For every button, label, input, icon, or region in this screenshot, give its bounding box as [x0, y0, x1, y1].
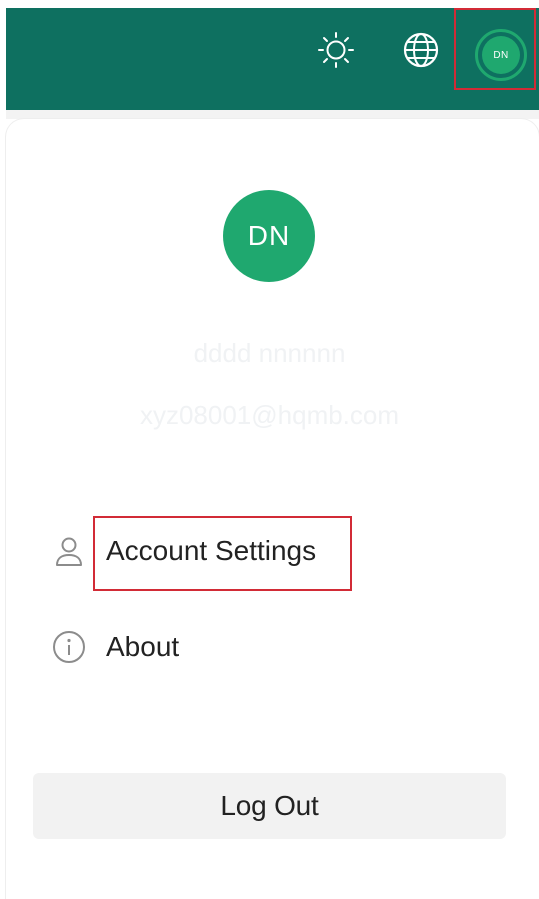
- profile-avatar: DN: [223, 190, 315, 282]
- panel-top-strip: [6, 110, 539, 119]
- about-label: About: [106, 631, 180, 662]
- account-settings-highlight: [93, 516, 352, 591]
- person-icon: [52, 534, 86, 568]
- avatar-menu-highlight: DN: [454, 8, 536, 90]
- info-icon: [52, 630, 86, 664]
- avatar-initials: DN: [482, 36, 520, 74]
- profile-name: dddd nnnnnn: [193, 338, 346, 368]
- profile-email: xyz08001@hqmb.com: [139, 400, 400, 430]
- logout-button[interactable]: Log Out: [33, 773, 506, 839]
- globe-icon[interactable]: [398, 27, 444, 73]
- sun-icon[interactable]: [313, 27, 359, 73]
- about-item[interactable]: About: [52, 623, 179, 671]
- avatar-button[interactable]: DN: [475, 29, 527, 81]
